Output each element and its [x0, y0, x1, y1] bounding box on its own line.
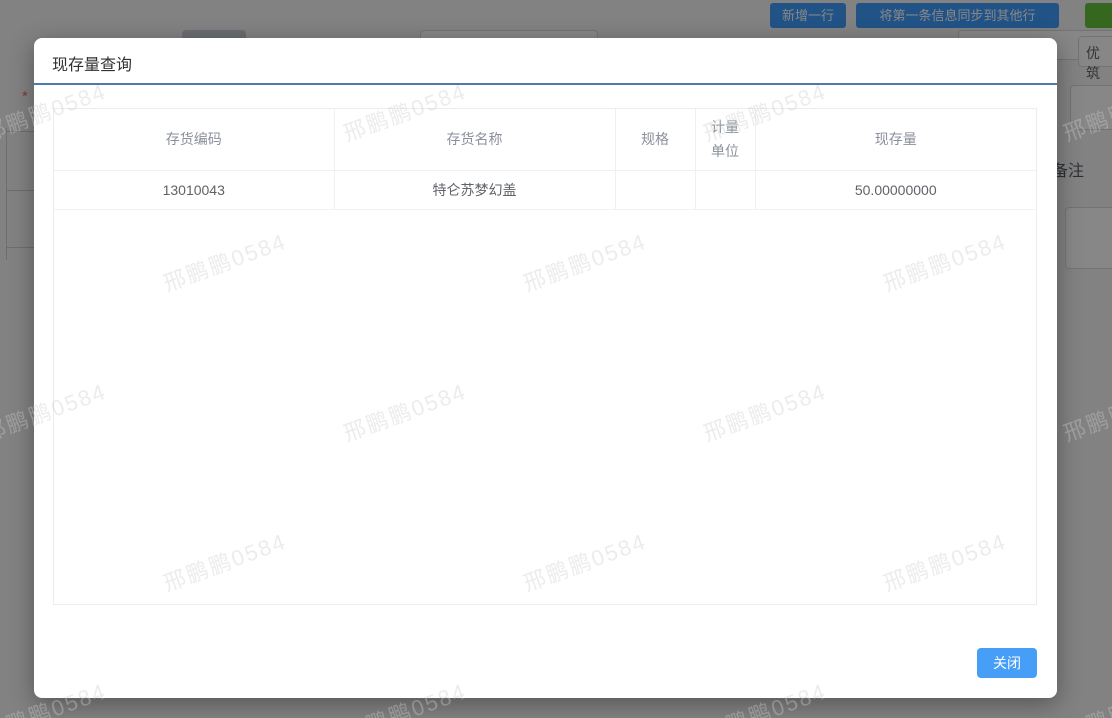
cell-unit: [695, 170, 756, 210]
close-button[interactable]: 关闭: [977, 648, 1037, 678]
header-current-stock: 现存量: [755, 109, 1036, 171]
header-inventory-code: 存货编码: [54, 109, 335, 171]
header-spec: 规格: [615, 109, 696, 171]
dialog-header: 现存量查询: [34, 38, 1057, 85]
table-row[interactable]: 13010043 特仑苏梦幻盖 50.00000000: [54, 170, 1036, 210]
cell-current-stock: 50.00000000: [755, 170, 1036, 210]
stock-table-container: 存货编码 存货名称 规格 计量单位 现存量 13010043 特仑苏梦幻盖 50…: [53, 108, 1037, 605]
cell-inventory-code: 13010043: [54, 170, 335, 210]
dialog-title: 现存量查询: [52, 57, 133, 74]
header-inventory-name: 存货名称: [334, 109, 616, 171]
cell-spec: [615, 170, 696, 210]
cell-inventory-name: 特仑苏梦幻盖: [334, 170, 616, 210]
stock-table: 存货编码 存货名称 规格 计量单位 现存量 13010043 特仑苏梦幻盖 50…: [54, 109, 1036, 210]
stock-query-dialog: 现存量查询 存货编码 存货名称 规格 计量单位 现存量 13010043 特仑苏…: [34, 38, 1057, 698]
table-header-row: 存货编码 存货名称 规格 计量单位 现存量: [54, 109, 1036, 171]
header-unit: 计量单位: [695, 109, 756, 171]
